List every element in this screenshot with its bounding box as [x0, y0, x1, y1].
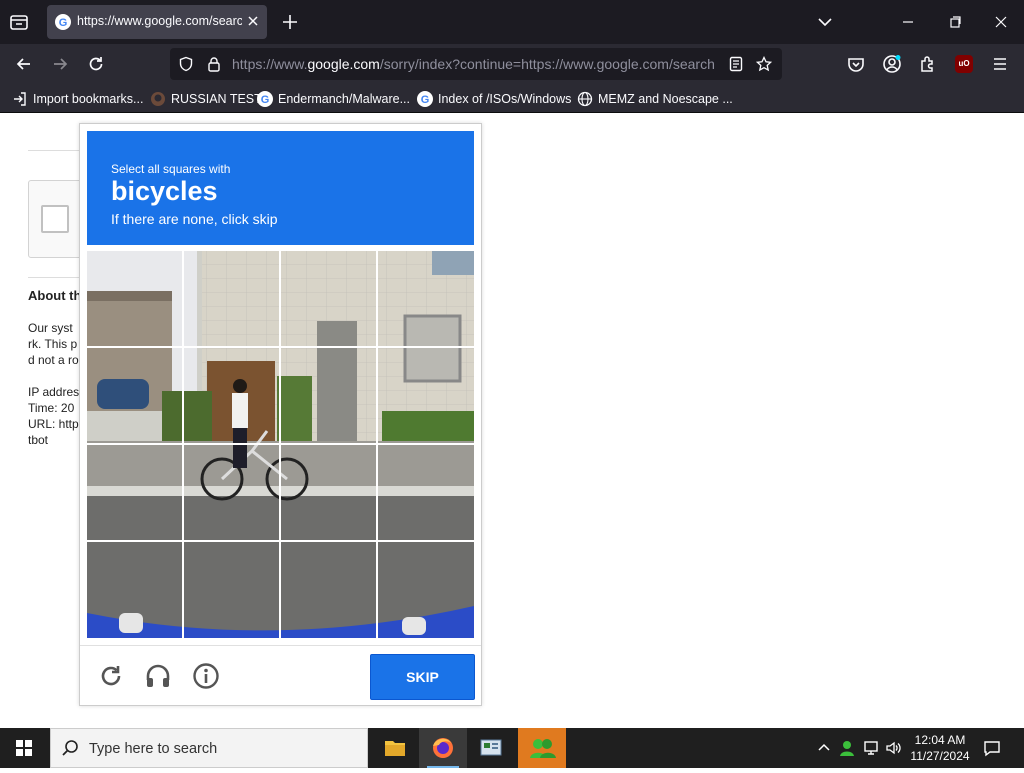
- reader-view-icon[interactable]: [728, 56, 744, 72]
- google-favicon-icon: G: [55, 14, 71, 30]
- bookmark-endermanch[interactable]: G Endermanch/Malware...: [257, 90, 410, 108]
- volume-icon[interactable]: [884, 739, 902, 757]
- lock-icon[interactable]: [206, 56, 222, 72]
- captcha-footer: SKIP: [80, 645, 481, 705]
- tab-title: https://www.google.com/search: [77, 14, 242, 28]
- reload-icon[interactable]: [86, 54, 106, 74]
- bookmarks-toolbar: Import bookmarks... RUSSIAN TEST G Ender…: [0, 85, 1024, 113]
- url-rest: /sorry/index?continue=https://www.google…: [379, 56, 715, 72]
- clock-time: 12:04 AM: [914, 733, 966, 747]
- svg-text:G: G: [59, 17, 68, 29]
- bookmark-memz[interactable]: MEMZ and Noescape ...: [577, 90, 733, 108]
- paragraph-line: d not a ro: [28, 353, 79, 367]
- search-icon: [61, 739, 79, 757]
- bookmark-star-icon[interactable]: [755, 55, 773, 72]
- instruction-line: Select all squares with: [111, 162, 231, 176]
- firefox-icon[interactable]: [419, 728, 467, 768]
- browser-tab[interactable]: G https://www.google.com/search: [47, 5, 267, 39]
- back-arrow-icon[interactable]: [14, 54, 34, 74]
- captcha-header: Select all squares with bicycles If ther…: [87, 131, 474, 245]
- audio-challenge-icon[interactable]: [144, 662, 172, 690]
- tab-list-icon[interactable]: [8, 11, 30, 33]
- shield-icon[interactable]: [178, 56, 194, 72]
- bookmark-label: RUSSIAN TEST: [171, 92, 262, 106]
- svg-text:G: G: [421, 94, 430, 106]
- ublock-origin-icon[interactable]: uO: [955, 55, 973, 73]
- skip-button[interactable]: SKIP: [370, 654, 475, 700]
- captcha-challenge-dialog: Select all squares with bicycles If ther…: [79, 123, 482, 706]
- about-heading: About th: [28, 288, 82, 303]
- notification-icon[interactable]: [982, 738, 1002, 758]
- close-tab-icon[interactable]: [245, 13, 261, 29]
- bookmark-index-isos[interactable]: G Index of /ISOs/Windows: [417, 90, 571, 108]
- network-icon[interactable]: [862, 739, 880, 757]
- time-line: Time: 20: [28, 401, 75, 415]
- bookmark-label: Endermanch/Malware...: [278, 92, 411, 106]
- url-text[interactable]: https://www.google.com/sorry/index?conti…: [232, 56, 718, 72]
- file-explorer-icon[interactable]: [371, 728, 419, 768]
- reload-challenge-icon[interactable]: [97, 662, 125, 690]
- chevron-down-icon[interactable]: [816, 13, 834, 31]
- clock-date: 11/27/2024: [910, 749, 970, 763]
- paragraph-line: rk. This p: [28, 337, 78, 351]
- paragraph-line: Our syst: [28, 321, 73, 335]
- import-icon: [12, 91, 28, 107]
- windows-start-icon[interactable]: [0, 728, 48, 768]
- tile-grid-lines: [87, 251, 474, 638]
- info-icon[interactable]: [192, 662, 220, 690]
- extensions-puzzle-icon[interactable]: [918, 54, 938, 74]
- svg-text:G: G: [261, 94, 270, 106]
- bookmark-russian-test[interactable]: RUSSIAN TEST: [150, 90, 262, 108]
- bookmark-label: Import bookmarks...: [33, 92, 144, 106]
- chevron-up-icon[interactable]: [815, 739, 833, 757]
- url-domain: google.com: [307, 56, 380, 72]
- taskbar-search-box[interactable]: Type here to search: [50, 728, 368, 768]
- target-object: bicycles: [111, 176, 218, 206]
- pocket-icon[interactable]: [846, 54, 866, 74]
- url-prefix: https://www.: [232, 56, 308, 72]
- url-line-continued: tbot: [28, 433, 49, 447]
- instruction-hint: If there are none, click skip: [111, 211, 278, 227]
- navigation-toolbar: https://www.google.com/sorry/index?conti…: [0, 44, 1024, 85]
- address-bar[interactable]: https://www.google.com/sorry/index?conti…: [170, 48, 782, 80]
- globe-icon: [577, 91, 593, 107]
- windows-taskbar: Type here to search 12:04 AM 11/27/2024: [0, 728, 1024, 768]
- tab-bar: G https://www.google.com/search: [0, 0, 1024, 44]
- messenger-app-icon[interactable]: [518, 728, 566, 768]
- hamburger-menu-icon[interactable]: [990, 54, 1010, 74]
- system-clock[interactable]: 12:04 AM 11/27/2024: [905, 732, 975, 764]
- not-a-robot-checkbox[interactable]: [41, 205, 69, 233]
- google-favicon-icon: G: [417, 91, 433, 107]
- bookmark-label: Index of /ISOs/Windows: [438, 92, 572, 106]
- maximize-icon[interactable]: [945, 12, 965, 32]
- search-placeholder: Type here to search: [89, 741, 218, 757]
- control-panel-icon[interactable]: [467, 728, 515, 768]
- account-icon[interactable]: [882, 54, 902, 74]
- bookmark-import[interactable]: Import bookmarks...: [12, 90, 143, 108]
- new-tab-icon[interactable]: [280, 12, 300, 32]
- ip-address-line: IP addres: [28, 385, 80, 399]
- google-favicon-icon: G: [257, 91, 273, 107]
- globe-favicon-icon: [150, 91, 166, 107]
- minimize-icon[interactable]: [898, 12, 918, 32]
- user-tray-icon[interactable]: [838, 739, 856, 757]
- close-window-icon[interactable]: [991, 12, 1011, 32]
- bookmark-label: MEMZ and Noescape ...: [598, 92, 733, 106]
- forward-arrow-icon[interactable]: [50, 54, 70, 74]
- url-line: URL: http: [28, 417, 79, 431]
